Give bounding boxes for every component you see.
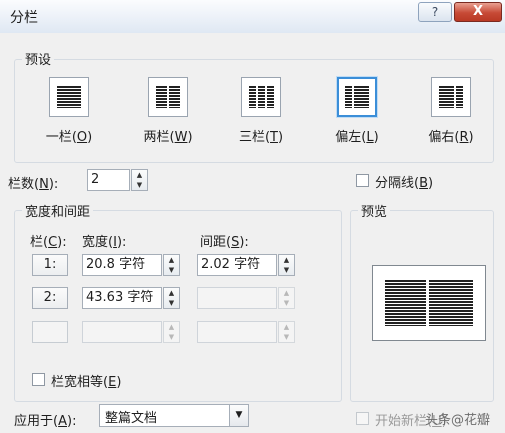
- preset-label: 一栏: [45, 130, 72, 145]
- preset-key: T: [270, 130, 278, 145]
- column-2-spacing-spinner: ▲ ▼: [278, 287, 295, 309]
- watermark: 头条@花瓣: [425, 413, 491, 428]
- column-count-spinner[interactable]: ▲ ▼: [131, 169, 148, 191]
- equal-width-checkbox[interactable]: [32, 373, 45, 386]
- dialog-title: 分栏: [10, 10, 38, 26]
- left-column-icon: [337, 77, 377, 117]
- two-columns-icon: [148, 77, 188, 117]
- column-3-width-input: [82, 321, 162, 343]
- preset-right[interactable]: 偏右(R): [424, 77, 478, 145]
- preview-page: [372, 265, 486, 341]
- apply-to-select[interactable]: 整篇文档 ▼: [99, 404, 249, 427]
- column-1-width-spinner[interactable]: ▲ ▼: [163, 254, 180, 276]
- width-spacing-group-label: 宽度和间距: [22, 201, 94, 220]
- divider-checkbox[interactable]: [356, 174, 369, 187]
- chevron-down-icon[interactable]: ▼: [229, 405, 248, 426]
- preset-label: 两栏: [143, 130, 170, 145]
- one-column-icon: [49, 77, 89, 117]
- preset-label: 三栏: [238, 130, 265, 145]
- help-button[interactable]: ?: [418, 2, 452, 22]
- three-columns-icon: [241, 77, 281, 117]
- preset-key: L: [366, 130, 374, 145]
- apply-to-label: 应用于(A):: [14, 414, 77, 429]
- close-button[interactable]: X: [454, 2, 502, 22]
- preset-three-columns[interactable]: 三栏(T): [234, 77, 288, 145]
- apply-to-value: 整篇文档: [105, 411, 158, 426]
- column-1-spacing-input[interactable]: 2.02 字符: [197, 254, 277, 276]
- presets-group-label: 预设: [22, 49, 55, 68]
- spacing-header: 间距(S):: [200, 235, 249, 250]
- column-1-spacing-spinner[interactable]: ▲ ▼: [278, 254, 295, 276]
- column-3-spacing-input: [197, 321, 277, 343]
- column-2-width-spinner[interactable]: ▲ ▼: [163, 287, 180, 309]
- column-count-input[interactable]: 2: [87, 169, 130, 191]
- equal-width-label: 栏宽相等(E): [51, 375, 122, 390]
- preset-one-column[interactable]: 一栏(O): [44, 77, 94, 145]
- column-3-width-spinner: ▲ ▼: [163, 321, 180, 343]
- preset-left[interactable]: 偏左(L): [330, 77, 384, 145]
- dialog-body: 预设 一栏(O) 两栏(W) 三栏(T) 偏左(L) 偏右(R) 栏数(N): …: [0, 33, 505, 433]
- column-2-number: 2:: [32, 287, 68, 309]
- column-2-spacing-input: [197, 287, 277, 309]
- preset-two-columns[interactable]: 两栏(W): [140, 77, 196, 145]
- new-column-checkbox: [356, 412, 369, 425]
- preset-label: 偏右: [428, 130, 455, 145]
- preview-group-label: 预览: [358, 201, 391, 220]
- preset-key: R: [459, 130, 469, 145]
- title-bar: 分栏 ? X: [0, 0, 505, 34]
- preset-label: 偏左: [335, 130, 362, 145]
- right-column-icon: [431, 77, 471, 117]
- column-3-spacing-spinner: ▲ ▼: [278, 321, 295, 343]
- preview-columns: [385, 280, 473, 326]
- column-3-number: [32, 321, 68, 343]
- col-header: 栏(C):: [30, 235, 67, 250]
- divider-label: 分隔线(B): [375, 176, 434, 191]
- column-1-number: 1:: [32, 254, 68, 276]
- preset-key: W: [174, 130, 188, 145]
- column-1-width-input[interactable]: 20.8 字符: [82, 254, 162, 276]
- column-2-width-input[interactable]: 43.63 字符: [82, 287, 162, 309]
- preset-key: O: [76, 130, 88, 145]
- column-count-label: 栏数(N):: [8, 177, 59, 192]
- width-header: 宽度(I):: [82, 235, 127, 250]
